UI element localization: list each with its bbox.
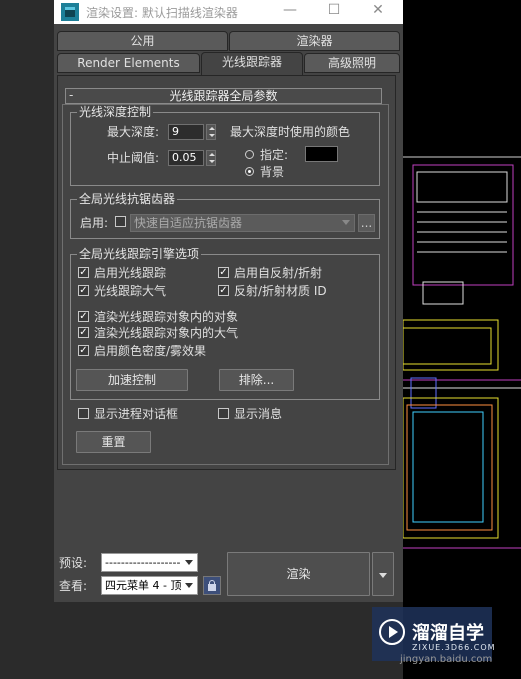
render-dropdown-button[interactable]: [372, 552, 394, 596]
rollout-header[interactable]: - 光线跟踪器全局参数: [65, 88, 382, 104]
accel-control-button[interactable]: 加速控制: [76, 369, 188, 391]
rollout-title: 光线跟踪器全局参数: [169, 89, 278, 103]
minimize-button[interactable]: —: [268, 0, 312, 22]
source-credit: jingyan.baidu.com: [400, 654, 493, 665]
chevron-down-icon: [185, 583, 193, 588]
render-button[interactable]: 渲染: [227, 552, 370, 596]
maximize-button[interactable]: ☐: [312, 0, 356, 22]
title-bar[interactable]: 渲染设置: 默认扫描线渲染器 — ☐ ✕: [54, 0, 403, 24]
option-checkbox[interactable]: ✓: [78, 345, 89, 356]
reset-button[interactable]: 重置: [76, 431, 151, 453]
option-label: 启用光线跟踪: [94, 266, 167, 280]
tab-common[interactable]: 公用: [57, 31, 228, 51]
cutoff-spinner[interactable]: [206, 150, 216, 166]
watermark-brand: 溜溜自学: [412, 623, 484, 644]
option-checkbox[interactable]: ✓: [218, 285, 229, 296]
lock-shackle: [209, 580, 215, 585]
window-title: 渲染设置: 默认扫描线渲染器: [86, 6, 238, 20]
background-label: 背景: [260, 165, 285, 179]
antialias-combo[interactable]: 快速自适应抗锯齿器: [130, 214, 355, 232]
option-label: 反射/折射材质 ID: [234, 284, 327, 298]
antialias-enable-checkbox[interactable]: [115, 216, 126, 227]
cutoff-label: 中止阈值:: [107, 151, 160, 165]
option-checkbox[interactable]: ✓: [78, 327, 89, 338]
depth-color-label: 最大深度时使用的颜色: [230, 125, 351, 139]
play-icon: [379, 619, 405, 645]
max-depth-field[interactable]: 9: [168, 124, 204, 140]
show-progress-checkbox[interactable]: [78, 408, 89, 419]
watermark-logo: 溜溜自学 ZIXUE.3D66.COM: [372, 607, 495, 661]
lock-view-button[interactable]: [203, 576, 221, 595]
antialias-enable-label: 启用:: [80, 216, 109, 230]
preset-label: 预设:: [59, 556, 88, 570]
exclude-button[interactable]: 排除...: [219, 369, 294, 391]
option-label: 启用自反射/折射: [234, 266, 323, 280]
tab-renderer[interactable]: 渲染器: [229, 31, 400, 51]
cutoff-field[interactable]: 0.05: [168, 150, 204, 166]
option-label: 渲染光线跟踪对象内的对象: [94, 310, 239, 324]
antialias-group-title: 全局光线抗锯齿器: [77, 192, 178, 206]
max-depth-label: 最大深度:: [107, 125, 160, 139]
option-label: 启用颜色密度/雾效果: [94, 344, 207, 358]
option-label: 渲染光线跟踪对象内的大气: [94, 326, 239, 340]
preset-value: -------------------: [105, 556, 181, 569]
antialias-combo-value: 快速自适应抗锯齿器: [134, 216, 243, 230]
option-checkbox[interactable]: ✓: [78, 285, 89, 296]
show-messages-checkbox[interactable]: [218, 408, 229, 419]
app-icon: [61, 3, 79, 21]
chevron-down-icon: [379, 573, 387, 578]
chevron-down-icon: [342, 220, 350, 225]
preset-combo[interactable]: -------------------: [101, 553, 198, 572]
background-radio[interactable]: [245, 167, 254, 176]
tab-render-elements[interactable]: Render Elements: [57, 53, 200, 73]
depth-color-swatch[interactable]: [305, 146, 338, 162]
specify-label: 指定:: [260, 148, 289, 162]
show-progress-label: 显示进程对话框: [94, 407, 179, 421]
option-checkbox[interactable]: ✓: [218, 267, 229, 278]
specify-radio[interactable]: [245, 150, 254, 159]
option-checkbox[interactable]: ✓: [78, 311, 89, 322]
option-checkbox[interactable]: ✓: [78, 267, 89, 278]
view-label: 查看:: [59, 579, 88, 593]
close-button[interactable]: ✕: [356, 0, 400, 22]
tab-advanced-lighting[interactable]: 高级照明: [304, 53, 400, 73]
engine-group-title: 全局光线跟踪引擎选项: [77, 247, 202, 261]
max-depth-spinner[interactable]: [206, 124, 216, 140]
option-label: 光线跟踪大气: [94, 284, 167, 298]
show-messages-label: 显示消息: [234, 407, 283, 421]
tab-raytracer[interactable]: 光线跟踪器: [201, 52, 303, 76]
depth-group-title: 光线深度控制: [77, 105, 154, 119]
view-combo[interactable]: 四元菜单 4 - 顶: [101, 576, 198, 595]
antialias-more-button[interactable]: ...: [358, 214, 375, 232]
watermark-url: ZIXUE.3D66.COM: [412, 643, 496, 652]
lock-icon: [208, 584, 216, 591]
viewport-drawing: [403, 156, 521, 549]
chevron-down-icon: [185, 560, 193, 565]
view-value: 四元菜单 4 - 顶: [105, 579, 182, 592]
viewport-background: [403, 0, 521, 679]
